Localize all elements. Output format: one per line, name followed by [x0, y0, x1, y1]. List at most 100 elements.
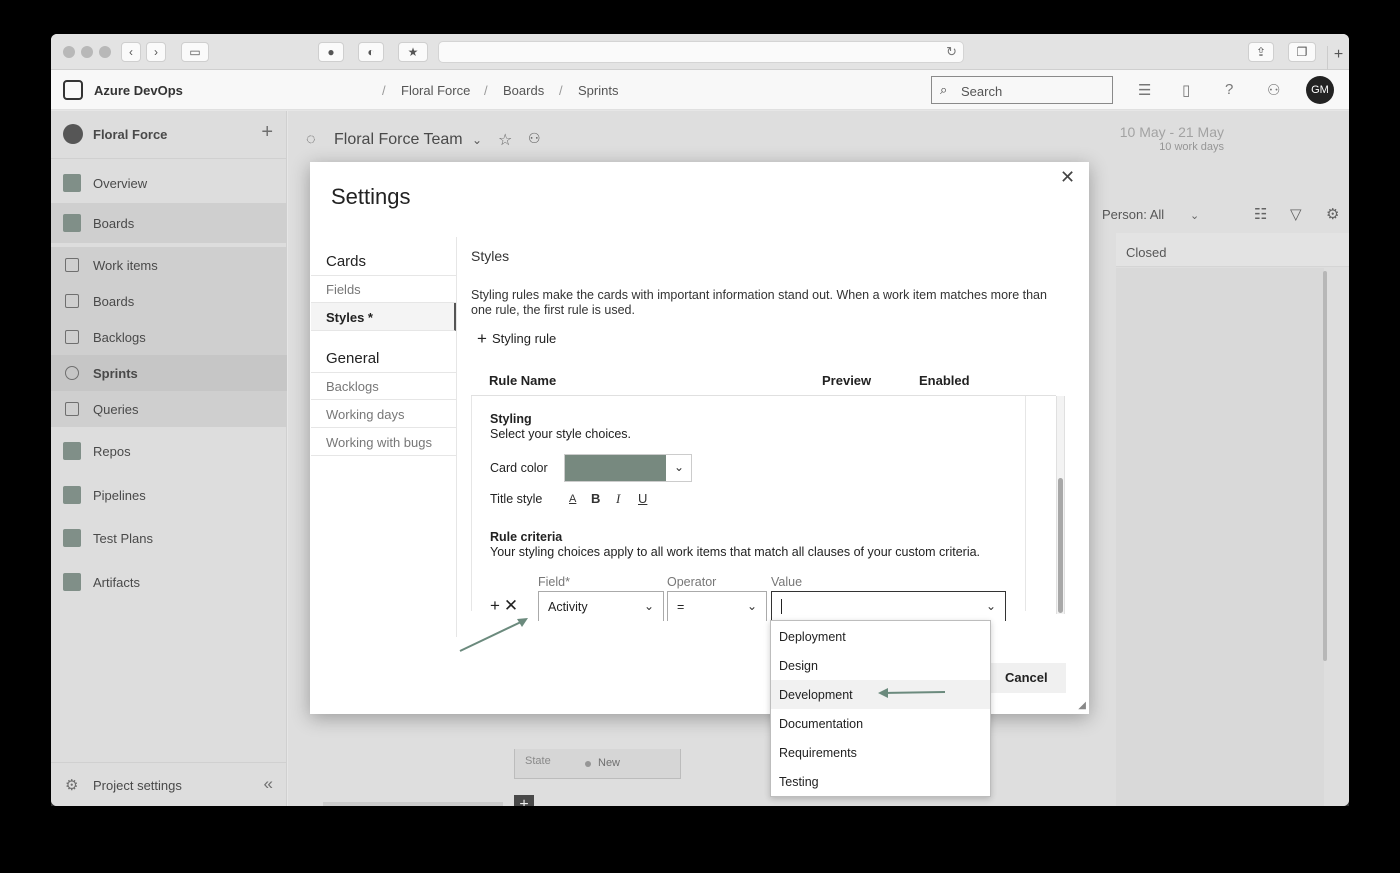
list-icon[interactable]: ☰ — [1138, 81, 1151, 99]
option-label: Design — [779, 659, 818, 673]
rule-criteria-title: Rule criteria — [490, 530, 563, 544]
breadcrumb-separator: / — [484, 83, 488, 98]
option-label: Requirements — [779, 746, 857, 760]
annotation-arrow-icon — [459, 618, 528, 652]
chevron-down-icon[interactable]: ⌄ — [986, 599, 996, 613]
url-bar[interactable]: ↻ — [438, 41, 964, 63]
nav-item-label: Working days — [326, 407, 405, 422]
forward-icon[interactable]: › — [146, 42, 166, 62]
breadcrumb-separator: / — [559, 83, 563, 98]
nav-item-label: Backlogs — [326, 379, 379, 394]
resize-handle-icon[interactable]: ◢ — [1078, 700, 1086, 711]
cancel-button[interactable]: Cancel — [990, 663, 1066, 693]
close-window-button[interactable] — [63, 46, 75, 58]
cancel-label: Cancel — [1005, 670, 1048, 685]
back-icon[interactable]: ‹ — [121, 42, 141, 62]
bookmark-icon[interactable]: ★ — [398, 42, 428, 62]
styles-description: Styling rules make the cards with import… — [471, 288, 1047, 317]
option-requirements[interactable]: Requirements — [771, 738, 990, 767]
underline-icon[interactable]: U — [638, 491, 647, 506]
field-dropdown-value: Activity — [548, 600, 588, 614]
field-dropdown[interactable]: Activity ⌄ — [538, 591, 664, 621]
search-input[interactable]: ⌕ Search — [931, 76, 1113, 104]
breadcrumb-sprints[interactable]: Sprints — [578, 83, 618, 98]
card-color-picker[interactable]: ⌄ — [564, 454, 692, 482]
sidebar-toggle-icon[interactable]: ▭ — [181, 42, 209, 62]
option-design[interactable]: Design — [771, 651, 990, 680]
breadcrumb-project[interactable]: Floral Force — [401, 83, 470, 98]
close-icon[interactable]: ✕ — [1060, 167, 1075, 188]
shopping-bag-icon[interactable]: ▯ — [1182, 81, 1190, 99]
search-placeholder: Search — [961, 84, 1003, 99]
shield-icon[interactable]: ◐ — [358, 42, 384, 62]
nav-item-fields[interactable]: Fields — [311, 275, 456, 303]
grammarly-icon[interactable]: ● — [318, 42, 344, 62]
text-color-icon[interactable]: A — [569, 493, 576, 505]
avatar[interactable]: GM — [1306, 76, 1334, 104]
option-documentation[interactable]: Documentation — [771, 709, 990, 738]
rules-panel-border — [471, 396, 472, 611]
azure-devops-logo-icon[interactable] — [63, 80, 83, 100]
top-navigation: Azure DevOps / Floral Force / Boards / S… — [51, 70, 1349, 110]
styling-title: Styling — [490, 412, 532, 426]
field-label: Field* — [538, 575, 570, 589]
nav-panel-divider — [456, 237, 457, 637]
nav-section-cards: Cards — [326, 253, 367, 270]
nav-item-label: Working with bugs — [326, 435, 432, 450]
value-options-list: Deployment Design Development Documentat… — [770, 620, 991, 797]
option-label: Deployment — [779, 630, 846, 644]
rules-table-divider — [471, 395, 1056, 396]
column-header-rule-name: Rule Name — [489, 373, 557, 388]
breadcrumb-boards[interactable]: Boards — [503, 83, 544, 98]
chevron-down-icon: ⌄ — [746, 599, 757, 613]
operator-dropdown[interactable]: = ⌄ — [667, 591, 767, 621]
zoom-window-button[interactable] — [99, 46, 111, 58]
search-icon: ⌕ — [940, 82, 948, 97]
value-combobox[interactable]: ⌄ — [771, 591, 1006, 621]
reload-icon[interactable]: ↻ — [946, 44, 957, 60]
nav-item-label: Fields — [326, 282, 361, 297]
option-label: Documentation — [779, 717, 864, 731]
operator-dropdown-value: = — [677, 600, 685, 614]
operator-label: Operator — [667, 575, 717, 589]
rules-panel-border — [1025, 396, 1026, 611]
brand-name[interactable]: Azure DevOps — [94, 83, 183, 98]
browser-titlebar: ‹ › ▭ ● ◐ ★ ↻ ⇪ ❐ + — [51, 34, 1349, 70]
option-label: Development — [779, 688, 853, 702]
nav-item-label: Styles * — [326, 310, 373, 325]
rules-scrollbar-thumb[interactable] — [1058, 478, 1063, 613]
share-icon[interactable]: ⇪ — [1248, 42, 1274, 62]
option-label: Testing — [779, 775, 819, 789]
nav-item-working-days[interactable]: Working days — [311, 400, 456, 428]
styles-heading: Styles — [471, 248, 510, 264]
nav-item-styles[interactable]: Styles * — [311, 303, 456, 331]
add-styling-rule-label: Styling rule — [491, 331, 557, 346]
value-label: Value — [771, 575, 803, 589]
dialog-title: Settings — [331, 184, 411, 209]
help-icon[interactable]: ? — [1225, 81, 1233, 98]
new-tab-icon[interactable]: + — [1327, 46, 1349, 70]
column-header-preview: Preview — [822, 373, 872, 388]
annotation-arrow-icon — [878, 688, 946, 698]
add-styling-rule-button[interactable]: + Styling rule — [477, 329, 556, 349]
styling-description: Select your style choices. — [490, 427, 632, 441]
column-header-enabled: Enabled — [919, 373, 970, 388]
nav-section-general: General — [326, 350, 380, 367]
user-settings-icon[interactable]: ⚇ — [1267, 81, 1280, 99]
breadcrumb-separator: / — [382, 83, 386, 98]
italic-icon[interactable]: I — [616, 491, 620, 507]
card-color-swatch[interactable] — [565, 455, 666, 481]
chevron-down-icon[interactable]: ⌄ — [674, 460, 684, 474]
option-testing[interactable]: Testing — [771, 767, 990, 796]
option-deployment[interactable]: Deployment — [771, 622, 990, 651]
nav-item-working-with-bugs[interactable]: Working with bugs — [311, 428, 456, 456]
text-caret — [781, 599, 782, 614]
chevron-down-icon: ⌄ — [643, 599, 654, 613]
bold-icon[interactable]: B — [591, 491, 600, 506]
card-color-label: Card color — [490, 461, 548, 475]
rule-criteria-description: Your styling choices apply to all work i… — [490, 545, 981, 559]
nav-item-backlogs[interactable]: Backlogs — [311, 372, 456, 400]
tabs-overview-icon[interactable]: ❐ — [1288, 42, 1316, 62]
minimize-window-button[interactable] — [81, 46, 93, 58]
plus-icon: + — [477, 329, 487, 348]
